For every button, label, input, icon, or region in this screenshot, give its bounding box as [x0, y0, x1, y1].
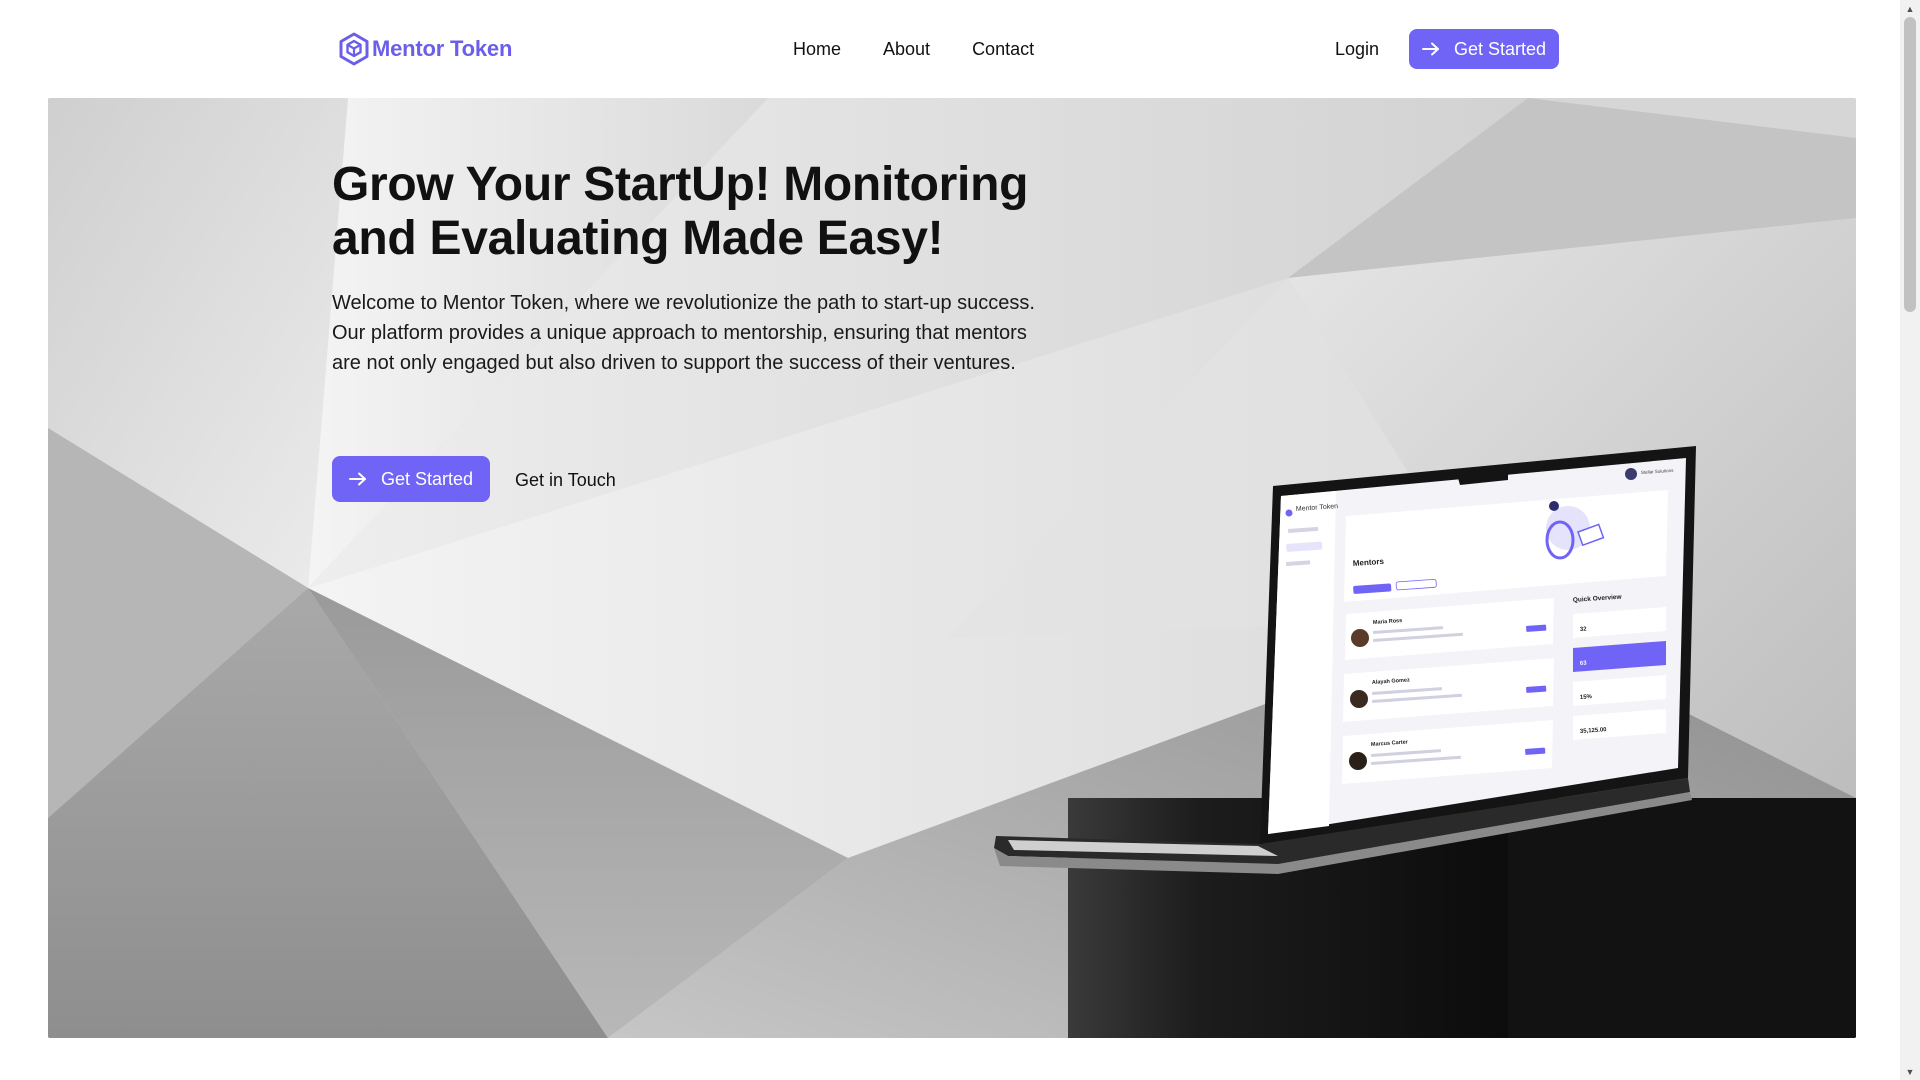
scroll-down-arrow-icon[interactable]: ▼	[1900, 1063, 1920, 1080]
hero-get-started-button[interactable]: Get Started	[332, 456, 490, 502]
site-header: Mentor Token Home About Contact Login Ge…	[0, 0, 1900, 98]
nav-contact-link[interactable]: Contact	[972, 38, 1034, 60]
hero-title-line-2: and Evaluating Made Easy!	[332, 212, 944, 265]
laptop-stat-assigned-jobs: 63	[1580, 660, 1588, 666]
hero-get-started-label: Get Started	[380, 468, 474, 489]
nav-about-link[interactable]: About	[883, 38, 930, 60]
header-get-started-button[interactable]: Get Started	[1409, 29, 1559, 69]
laptop-stat-monthly-progress: 15%	[1580, 694, 1593, 701]
scrollbar-thumb[interactable]	[1904, 17, 1916, 312]
login-link[interactable]: Login	[1335, 38, 1379, 60]
page: Mentor Token Home About Contact Login Ge…	[0, 0, 1920, 1080]
brand-name: Mentor Token	[372, 36, 513, 61]
brand-logo-link[interactable]: Mentor Token	[338, 32, 512, 66]
laptop-mockup-image: Mentor Token Mentors Maria Ross Alayah G…	[948, 416, 1708, 936]
hero-description-line-2: Our platform provides a unique approach …	[332, 322, 1027, 344]
nav-home-link[interactable]: Home	[793, 38, 841, 60]
laptop-stat-total-mentors: 32	[1580, 626, 1588, 632]
hero-description-line-3: are not only engaged but also driven to …	[332, 352, 1016, 374]
get-in-touch-link[interactable]: Get in Touch	[515, 469, 616, 491]
hero-title-line-1: Grow Your StartUp! Monitoring	[332, 158, 1029, 211]
hero-description: Welcome to Mentor Token, where we revolu…	[332, 288, 1092, 378]
scroll-up-arrow-icon[interactable]: ▲	[1900, 0, 1920, 17]
arrow-right-icon	[348, 472, 366, 486]
laptop-illustration: Mentor Token Mentors Maria Ross Alayah G…	[994, 446, 1696, 874]
header-get-started-label: Get Started	[1453, 38, 1547, 59]
hexagon-cube-logo-icon	[339, 32, 369, 66]
arrow-right-icon	[1421, 42, 1439, 56]
hero-title: Grow Your StartUp! Monitoring and Evalua…	[332, 158, 1092, 266]
main-nav: Home About Contact	[793, 38, 1034, 60]
hero-section: Grow Your StartUp! Monitoring and Evalua…	[48, 98, 1856, 1038]
page-scrollbar[interactable]: ▲ ▼	[1900, 0, 1920, 1080]
hero-description-line-1: Welcome to Mentor Token, where we revolu…	[332, 292, 1035, 314]
